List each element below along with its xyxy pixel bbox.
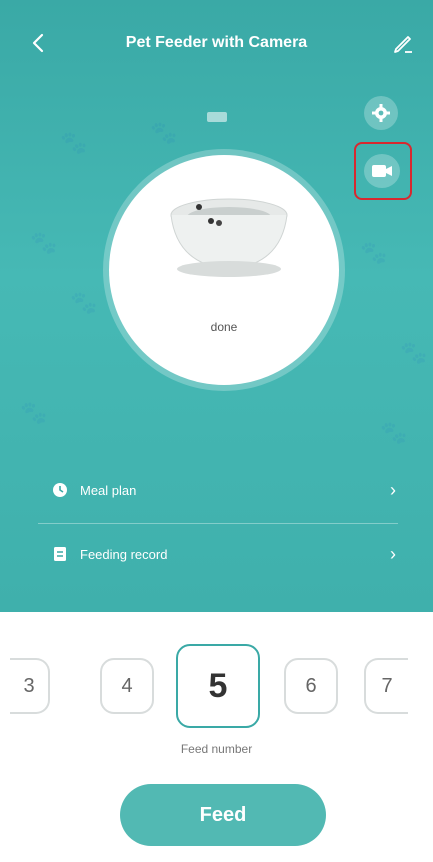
paw-decoration: 🐾 (360, 240, 388, 265)
device-panel: 🐾 🐾 🐾 🐾 🐾 🐾 🐾 🐾 Pet Feeder with Camera d… (0, 0, 433, 612)
feed-number-option[interactable]: 6 (284, 658, 338, 714)
feeder-status-text: done (210, 320, 238, 334)
feed-number-selected[interactable]: 5 (176, 644, 260, 728)
paw-decoration: 🐾 (400, 340, 428, 365)
paw-decoration: 🐾 (30, 230, 58, 255)
edit-icon (394, 36, 412, 53)
meal-plan-row[interactable]: Meal plan › (38, 472, 398, 512)
paw-decoration: 🐾 (70, 290, 98, 315)
paw-decoration: 🐾 (380, 420, 408, 445)
bowl-image (170, 198, 288, 277)
feeding-record-label: Feeding record (80, 547, 168, 562)
settings-button[interactable] (364, 96, 398, 130)
feeder-status-circle: done (109, 155, 339, 385)
feeding-record-row[interactable]: Feeding record › (38, 536, 398, 576)
gear-icon (372, 104, 390, 122)
record-icon (54, 547, 66, 561)
paw-decoration: 🐾 (60, 130, 88, 155)
edit-button[interactable] (391, 30, 415, 54)
feed-button[interactable]: Feed (120, 784, 326, 846)
divider (38, 523, 398, 524)
feed-number-label: Feed number (180, 742, 253, 756)
page-title: Pet Feeder with Camera (125, 34, 308, 51)
clock-icon (53, 483, 67, 497)
feed-number-option[interactable]: 7 (364, 658, 408, 714)
battery-icon (207, 112, 227, 122)
chevron-right-icon: › (390, 544, 396, 564)
meal-plan-label: Meal plan (80, 483, 137, 498)
camera-button[interactable] (364, 154, 400, 188)
paw-decoration: 🐾 (150, 120, 178, 145)
chevron-right-icon: › (390, 480, 396, 500)
paw-decoration: 🐾 (20, 400, 48, 425)
feed-number-option[interactable]: 3 (10, 658, 50, 714)
feed-controls: 3 4 5 6 7 Feed number Feed (0, 612, 433, 862)
header: Pet Feeder with Camera (0, 20, 433, 70)
video-camera-icon (372, 165, 392, 177)
feed-number-option[interactable]: 4 (100, 658, 154, 714)
